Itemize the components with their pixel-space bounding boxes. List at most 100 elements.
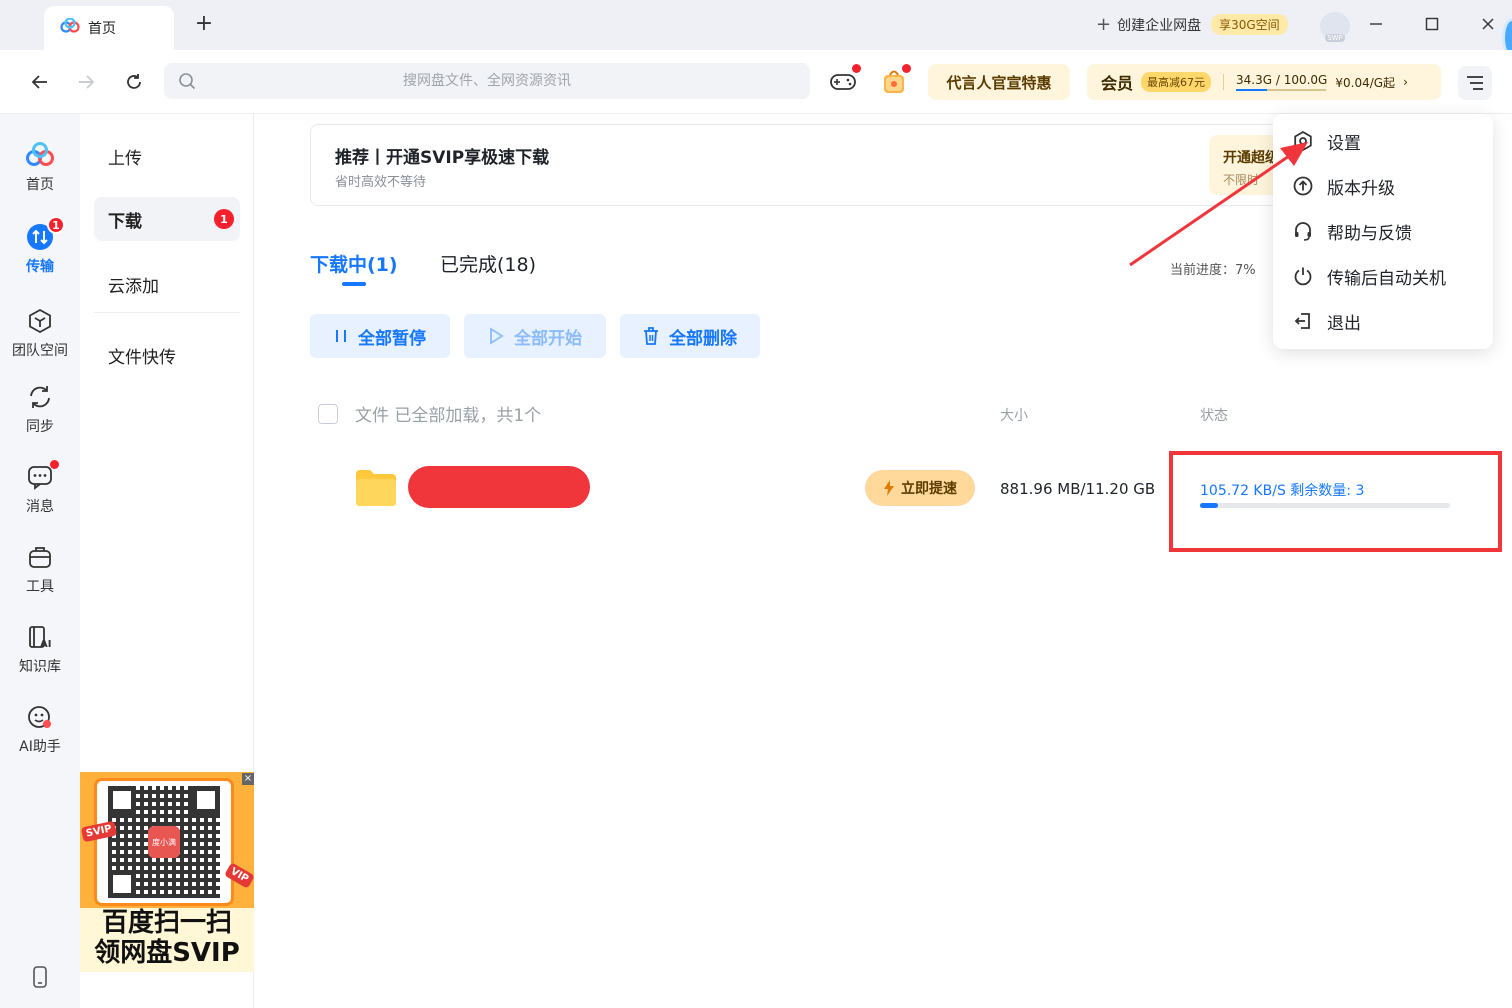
subnav-item-upload[interactable]: 上传: [94, 134, 240, 178]
ad-close-button[interactable]: ×: [242, 773, 254, 785]
game-center-button[interactable]: [828, 64, 861, 96]
power-icon: [1293, 266, 1313, 286]
delete-all-label: 全部删除: [669, 328, 737, 349]
arrow-right-icon: [79, 75, 95, 89]
pause-all-button[interactable]: 全部暂停: [310, 314, 450, 358]
chevron-right-icon: ›: [1403, 75, 1408, 89]
enterprise-space-badge: 享30G空间: [1211, 14, 1288, 35]
close-button[interactable]: [1476, 12, 1500, 36]
file-list-header: 文件 已全部加载，共1个 大小 状态: [310, 398, 1310, 428]
tab-home[interactable]: 首页: [44, 6, 174, 50]
qr-corner: [192, 786, 220, 814]
rail-item-knowledge-base[interactable]: AI 知识库: [0, 622, 80, 676]
logout-icon: [1293, 311, 1313, 331]
play-icon: [490, 327, 504, 345]
forward-button[interactable]: [72, 68, 100, 96]
avatar[interactable]: SWP: [1320, 12, 1350, 42]
rail-item-sync[interactable]: 同步: [0, 382, 80, 436]
rail-item-transfer[interactable]: 1 传输: [0, 216, 80, 276]
search-input[interactable]: [164, 63, 810, 99]
rail-item-label: AI助手: [19, 739, 61, 755]
cube-icon: [25, 306, 55, 336]
baidu-netdisk-logo-icon: [60, 17, 80, 38]
lightning-icon: [884, 480, 894, 496]
ad-line-1: 百度扫一扫: [101, 908, 232, 938]
create-enterprise-label: 创建企业网盘: [1117, 17, 1202, 34]
storage-bar-fill: [1236, 89, 1267, 91]
menu-item-label: 退出: [1327, 313, 1361, 334]
gear-icon: [1293, 131, 1313, 151]
upgrade-icon: [1293, 176, 1313, 196]
phone-icon: [33, 966, 47, 988]
menu-item-label: 传输后自动关机: [1327, 268, 1446, 289]
maximize-button[interactable]: [1420, 12, 1444, 36]
minimize-icon: [1370, 23, 1382, 25]
select-all-checkbox[interactable]: [318, 404, 338, 424]
speed-boost-button[interactable]: 立即提速: [865, 470, 975, 506]
active-tab-indicator: [342, 282, 366, 286]
subnav-item-download[interactable]: 下载 1: [94, 197, 240, 241]
new-tab-button[interactable]: +: [192, 12, 216, 36]
price-text: ¥0.04/G起: [1335, 75, 1396, 90]
subnav-item-label: 上传: [108, 148, 142, 169]
back-button[interactable]: [26, 68, 54, 96]
svip-banner[interactable]: 推荐丨开通SVIP享极速下载 省时高效不等待 开通超级 不限时: [310, 124, 1310, 206]
storage-bar: [1236, 89, 1327, 91]
banner-title: 推荐丨开通SVIP享极速下载: [335, 148, 550, 168]
plus-icon: +: [1096, 14, 1112, 35]
notification-dot: [50, 460, 59, 469]
header-status: 状态: [1200, 408, 1228, 424]
overall-progress: 当前进度：7%: [1170, 263, 1256, 278]
tab-completed[interactable]: 已完成(18): [440, 250, 536, 277]
netdisk-home-icon: [25, 140, 55, 170]
tab-home-label: 首页: [88, 21, 116, 37]
file-size: 881.96 MB/11.20 GB: [1000, 480, 1156, 498]
pause-icon: [336, 330, 346, 342]
start-all-button[interactable]: 全部开始: [464, 314, 606, 358]
tab-downloading[interactable]: 下载中(1): [310, 250, 398, 277]
menu-item-label: 版本升级: [1327, 178, 1395, 199]
title-bar: 首页 + + 创建企业网盘 享30G空间 SWP: [0, 0, 1512, 58]
banner-subtitle: 省时高效不等待: [335, 175, 427, 190]
create-enterprise-link[interactable]: + 创建企业网盘 享30G空间: [1096, 14, 1288, 35]
transfer-count-badge: 1: [47, 216, 65, 234]
promo-button[interactable]: 代言人官宣特惠: [928, 64, 1070, 100]
subnav-item-quick-transfer[interactable]: 文件快传: [94, 333, 240, 377]
rail-item-label: 知识库: [19, 659, 61, 675]
pause-all-label: 全部暂停: [358, 328, 426, 349]
arrow-left-icon: [31, 75, 47, 89]
main-menu-button[interactable]: [1458, 66, 1492, 100]
search-box: [164, 63, 810, 99]
menu-item-logout[interactable]: 退出: [1293, 306, 1361, 336]
qr-code-image: 度小满: [108, 786, 220, 898]
menu-item-settings[interactable]: 设置: [1293, 126, 1361, 156]
delete-all-button[interactable]: 全部删除: [620, 314, 760, 358]
rail-item-ai-assistant[interactable]: AI助手: [0, 702, 80, 756]
gift-button[interactable]: [880, 64, 911, 96]
minimize-button[interactable]: [1364, 12, 1388, 36]
svg-text:AI: AI: [40, 639, 51, 650]
ad-line-2: 领网盘SVIP: [94, 938, 240, 968]
svip-qr-ad[interactable]: 度小满 SVIP VIP 百度扫一扫 领网盘SVIP: [80, 772, 254, 972]
subnav-item-label: 下载: [108, 211, 142, 232]
rail-item-home[interactable]: 首页: [0, 140, 80, 194]
membership-button[interactable]: 会员 最高减67元 34.3G / 100.0G ¥0.04/G起 ›: [1087, 64, 1441, 100]
menu-item-label: 设置: [1327, 133, 1361, 154]
search-icon: [179, 73, 196, 90]
subnav-item-cloud-add[interactable]: 云添加: [94, 262, 240, 306]
menu-item-help-feedback[interactable]: 帮助与反馈: [1293, 216, 1412, 246]
menu-item-auto-shutdown[interactable]: 传输后自动关机: [1293, 261, 1446, 291]
qr-corner: [108, 870, 136, 898]
rail-item-tools[interactable]: 工具: [0, 542, 80, 596]
main-menu-dropdown: 设置 版本升级 帮助与反馈 传输后自动关机 退出: [1273, 114, 1493, 349]
phone-button[interactable]: [32, 966, 48, 992]
rail-item-messages[interactable]: 消息: [0, 460, 80, 516]
rail-item-team-space[interactable]: 团队空间: [0, 306, 80, 360]
maximize-icon: [1425, 17, 1439, 31]
ai-assistant-icon: [25, 702, 55, 732]
rail-item-label: 传输: [26, 259, 54, 275]
menu-item-upgrade[interactable]: 版本升级: [1293, 171, 1395, 201]
refresh-button[interactable]: [120, 68, 148, 96]
start-all-label: 全部开始: [514, 328, 582, 349]
rail-item-label: 首页: [26, 177, 54, 193]
